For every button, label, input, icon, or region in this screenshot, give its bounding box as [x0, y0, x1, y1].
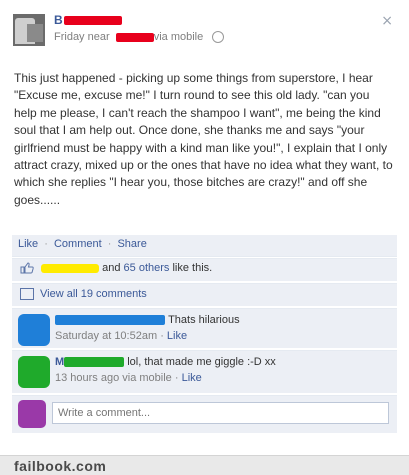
- comment-text: lol, that made me giggle :-D xx: [127, 356, 276, 368]
- share-link[interactable]: Share: [117, 238, 146, 250]
- action-separator: ·: [44, 238, 48, 250]
- avatar-figure-detail: [27, 24, 43, 42]
- view-all-label: View all 19 comments: [40, 288, 147, 300]
- comment-time[interactable]: 13 hours ago via mobile: [55, 372, 172, 384]
- commenter-avatar[interactable]: [18, 314, 50, 346]
- author-name-redaction: [63, 16, 122, 26]
- post-actions-bar: Like · Comment · Share: [12, 235, 397, 257]
- post-meta: Friday near via mobile: [54, 31, 225, 44]
- comment-meta: Saturday at 10:52am · Like: [55, 330, 187, 342]
- comment-time[interactable]: Saturday at 10:52am: [55, 330, 157, 342]
- comment-like-link[interactable]: Like: [182, 372, 202, 384]
- comment-link[interactable]: Comment: [54, 238, 102, 250]
- comment-input[interactable]: [52, 402, 389, 424]
- commenter-name-redaction: [64, 357, 125, 368]
- likes-and: and: [102, 262, 121, 274]
- comment-separator: ·: [174, 372, 179, 384]
- facebook-post-card: B Friday near via mobile × This just hap…: [0, 0, 409, 455]
- comment-item: Thats hilarious Saturday at 10:52am · Li…: [12, 308, 397, 348]
- location-redaction: [115, 32, 154, 42]
- comment-bubble-icon: [20, 288, 34, 301]
- close-icon[interactable]: ×: [381, 13, 393, 29]
- commenter-name[interactable]: M lol, that made me giggle :-D xx: [55, 356, 276, 368]
- footer-brand[interactable]: failbook.com: [14, 458, 106, 474]
- likes-summary: and 65 others like this.: [12, 258, 397, 281]
- likes-tail: like this.: [172, 262, 213, 274]
- commenter-name[interactable]: Thats hilarious: [55, 314, 240, 326]
- comment-text: Thats hilarious: [168, 314, 240, 326]
- author-name[interactable]: B: [54, 13, 122, 28]
- post-time[interactable]: Friday near: [54, 31, 110, 43]
- comment-separator: ·: [160, 330, 164, 342]
- write-comment-row: [12, 395, 397, 433]
- viewer-avatar: [18, 400, 46, 428]
- commenter-avatar[interactable]: [18, 356, 50, 388]
- comment-like-link[interactable]: Like: [167, 330, 187, 342]
- comment-meta: 13 hours ago via mobile · Like: [55, 372, 202, 384]
- globe-icon: [212, 31, 225, 44]
- thumbs-up-icon: [20, 262, 34, 274]
- post-body: This just happened - picking up some thi…: [14, 71, 393, 207]
- likes-others-link[interactable]: 65 others: [124, 262, 170, 274]
- post-source: via mobile: [153, 31, 204, 43]
- action-separator: ·: [107, 238, 112, 250]
- commenter-name-redaction: [55, 315, 165, 326]
- commenter-initial: M: [55, 356, 65, 368]
- comment-item: M lol, that made me giggle :-D xx 13 hou…: [12, 350, 397, 393]
- liker-name-redaction: [41, 263, 100, 273]
- author-initial: B: [54, 13, 63, 27]
- author-avatar[interactable]: [13, 14, 45, 46]
- footer-bar: failbook.com: [0, 455, 409, 475]
- like-link[interactable]: Like: [18, 238, 38, 250]
- view-all-comments[interactable]: View all 19 comments: [12, 283, 397, 306]
